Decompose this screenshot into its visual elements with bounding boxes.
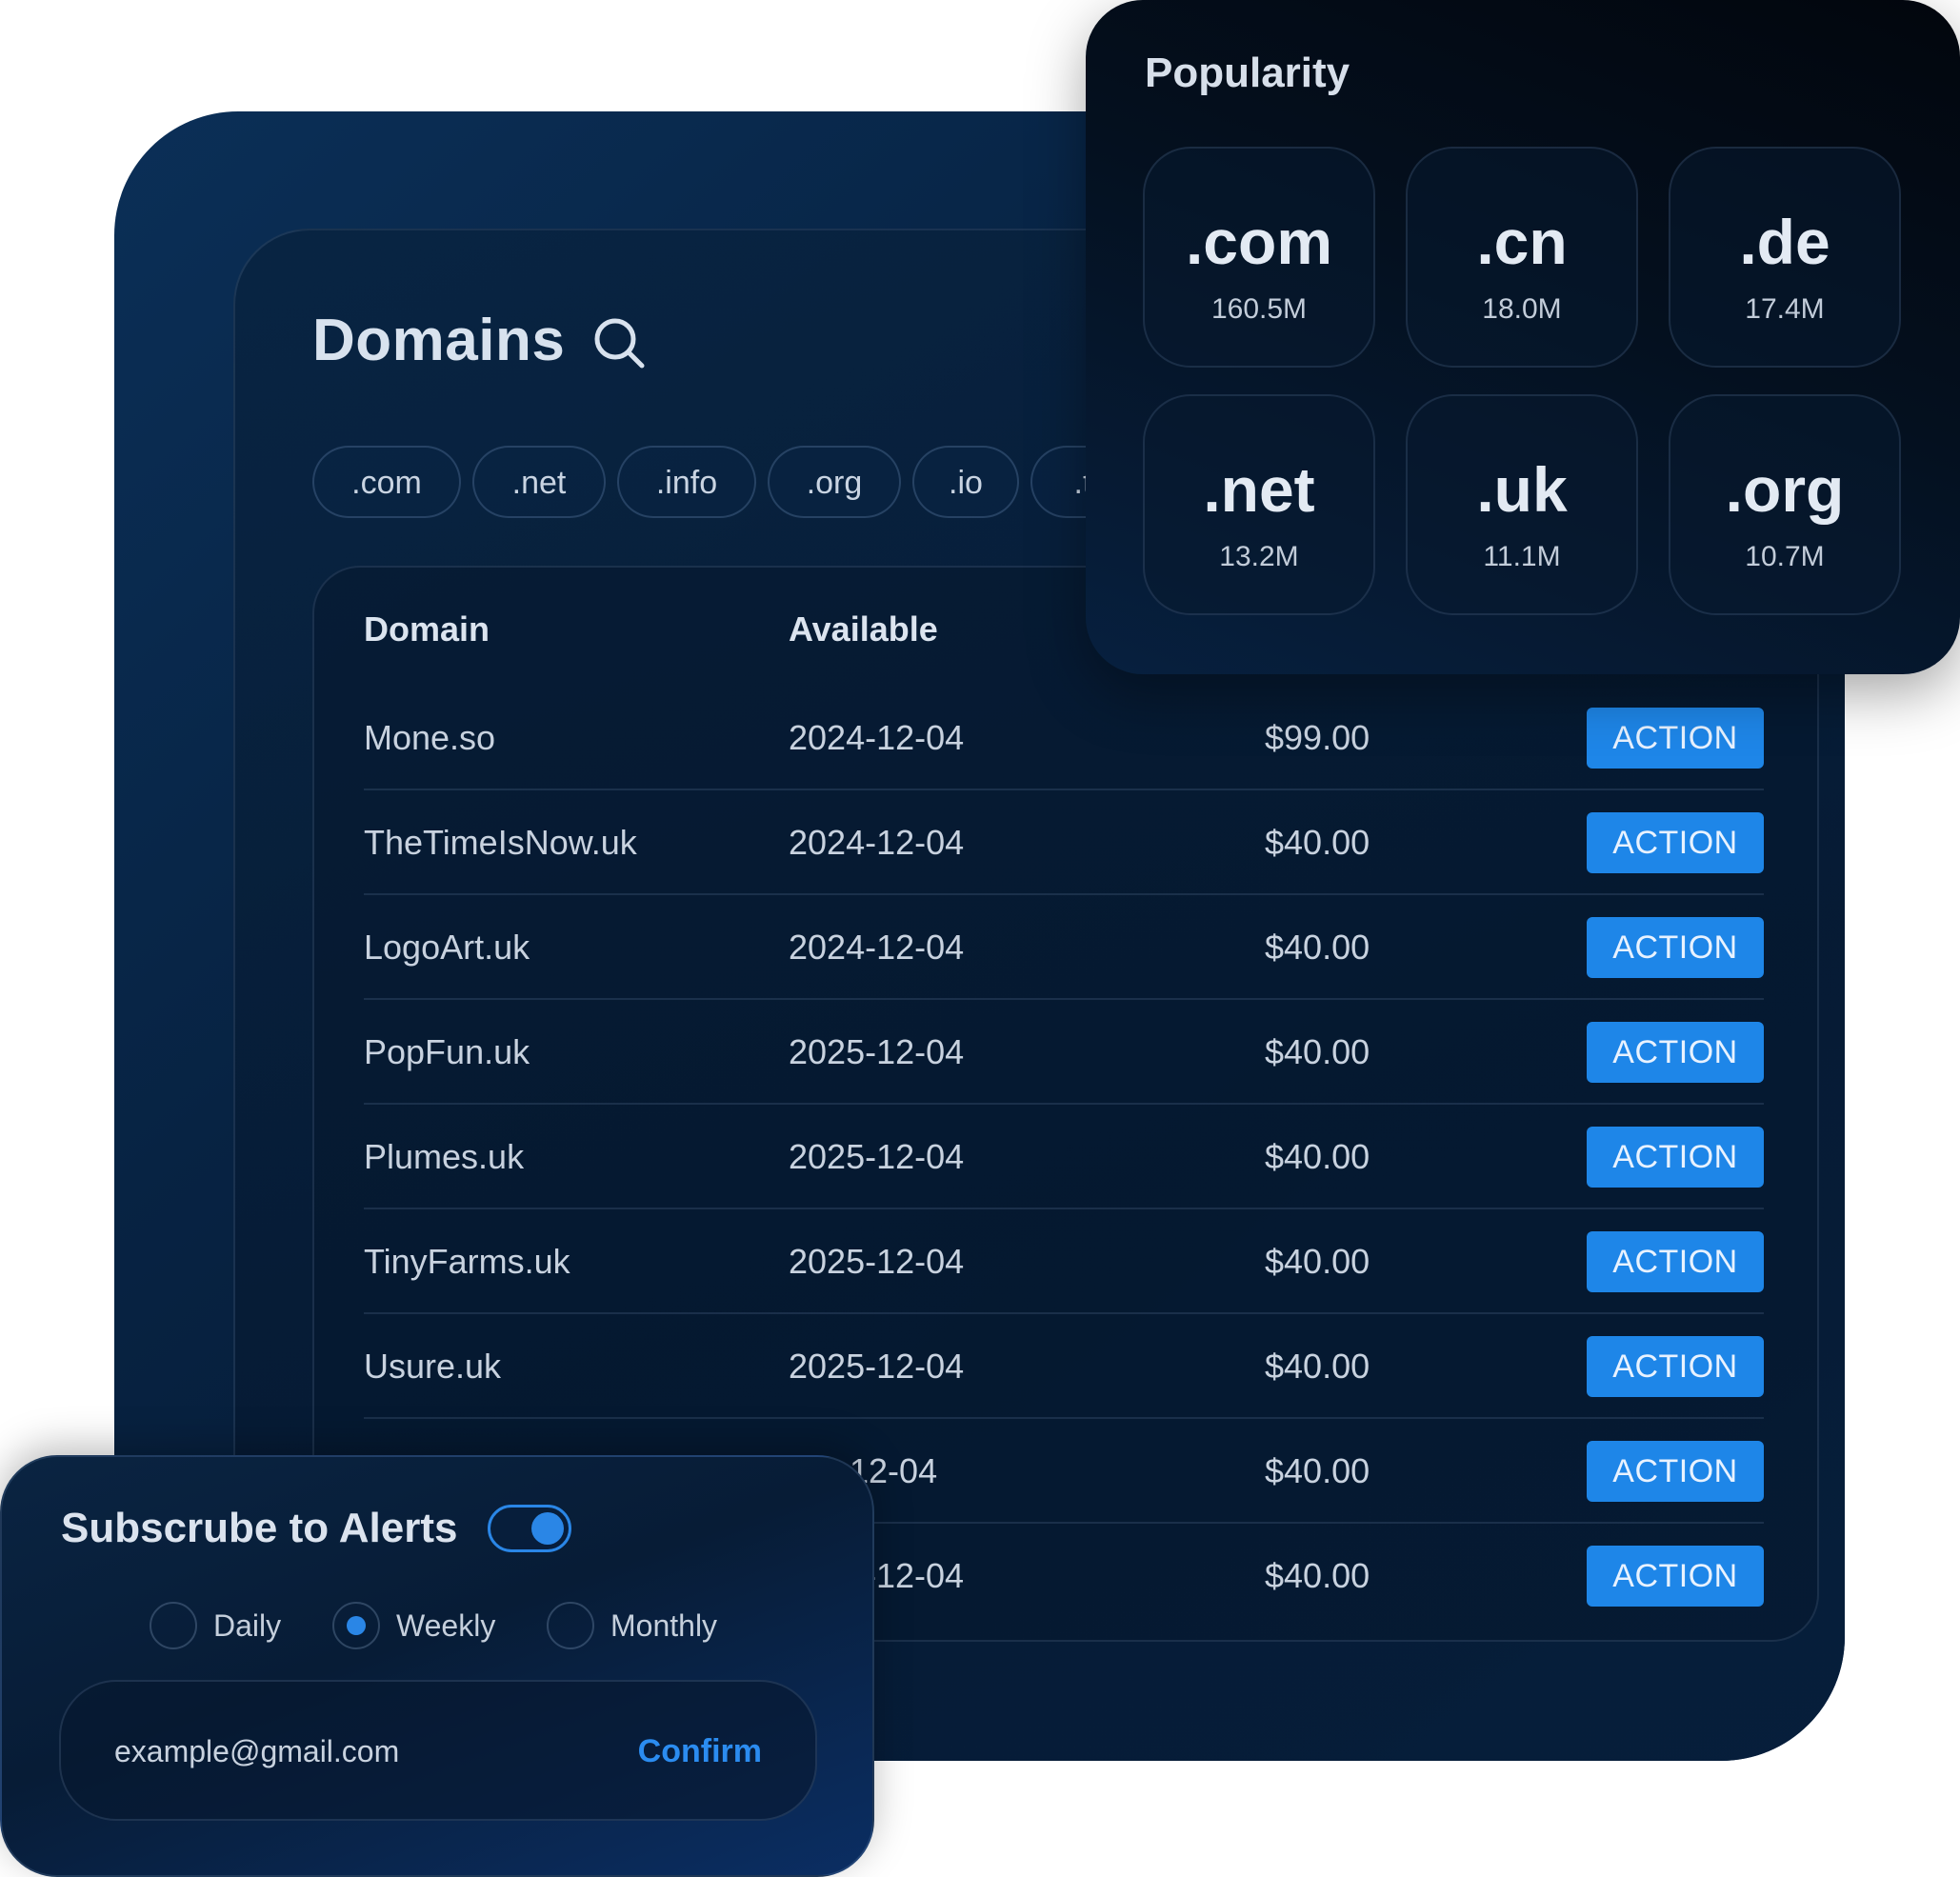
- subscribe-panel: Subscrube to Alerts Daily Weekly Monthly…: [0, 1455, 874, 1877]
- tld-card-net[interactable]: .net 13.2M: [1143, 394, 1375, 615]
- available-date: 2024-12-04: [789, 823, 965, 862]
- action-button[interactable]: ACTION: [1587, 1022, 1764, 1083]
- price: $40.00: [1265, 1032, 1370, 1071]
- radio-weekly[interactable]: [332, 1602, 380, 1649]
- domains-title: Domains: [312, 308, 566, 373]
- tld-card-org[interactable]: .org 10.7M: [1669, 394, 1901, 615]
- available-date: -12-04: [865, 1556, 965, 1595]
- domain-name: Mone.so: [364, 718, 496, 757]
- column-header-available: Available: [789, 609, 938, 649]
- tld-count: 13.2M: [1219, 541, 1299, 572]
- domain-name: TinyFarms.uk: [364, 1242, 570, 1281]
- tld-count: 17.4M: [1745, 293, 1825, 325]
- radio-monthly[interactable]: [547, 1602, 594, 1649]
- filter-chip-org[interactable]: .org: [768, 446, 901, 518]
- available-date: 2025-12-04: [789, 1137, 965, 1176]
- price: $99.00: [1265, 718, 1370, 757]
- tld-name: .uk: [1476, 454, 1568, 525]
- domain-name: TheTimeIsNow.uk: [364, 823, 637, 862]
- available-date: 2025-12-04: [789, 1347, 965, 1386]
- tld-card-cn[interactable]: .cn 18.0M: [1406, 147, 1638, 368]
- tld-name: .de: [1739, 207, 1830, 277]
- table-row: TheTimeIsNow.uk 2024-12-04 $40.00 ACTION: [364, 790, 1764, 895]
- table-row: Usure.uk 2025-12-04 $40.00 ACTION: [364, 1314, 1764, 1419]
- popularity-title: Popularity: [1145, 50, 1350, 96]
- price: $40.00: [1265, 1451, 1370, 1490]
- domain-name: LogoArt.uk: [364, 928, 530, 967]
- popularity-panel: Popularity .com 160.5M .cn 18.0M .de 17.…: [1086, 0, 1960, 674]
- filter-chip-com[interactable]: .com: [312, 446, 461, 518]
- tld-name: .com: [1185, 207, 1333, 277]
- domain-name: Usure.uk: [364, 1347, 502, 1386]
- action-button[interactable]: ACTION: [1587, 812, 1764, 873]
- email-field-container: Confirm: [59, 1680, 817, 1821]
- email-field[interactable]: [114, 1727, 590, 1775]
- tld-card-de[interactable]: .de 17.4M: [1669, 147, 1901, 368]
- price: $40.00: [1265, 823, 1370, 862]
- available-date: 2024-12-04: [789, 718, 965, 757]
- radio-daily[interactable]: [150, 1602, 197, 1649]
- table-row: TinyFarms.uk 2025-12-04 $40.00 ACTION: [364, 1209, 1764, 1314]
- filter-chip-net[interactable]: .net: [472, 446, 606, 518]
- price: $40.00: [1265, 1347, 1370, 1386]
- tld-name: .cn: [1476, 207, 1568, 277]
- table-row: Plumes.uk 2025-12-04 $40.00 ACTION: [364, 1105, 1764, 1209]
- available-date: 2025-12-04: [789, 1032, 965, 1071]
- confirm-button[interactable]: Confirm: [638, 1724, 762, 1779]
- tld-count: 18.0M: [1482, 293, 1562, 325]
- tld-count: 11.1M: [1483, 541, 1561, 572]
- tld-name: .net: [1203, 454, 1315, 525]
- domain-name: Plumes.uk: [364, 1137, 525, 1176]
- available-date: 2024-12-04: [789, 928, 965, 967]
- tld-count: 160.5M: [1210, 293, 1308, 325]
- toggle-knob: [531, 1512, 564, 1545]
- domain-name: PopFun.uk: [364, 1032, 530, 1071]
- price: $40.00: [1265, 1242, 1370, 1281]
- radio-label-monthly: Monthly: [610, 1608, 718, 1643]
- price: $40.00: [1265, 1556, 1370, 1595]
- filter-chip-io[interactable]: .io: [912, 446, 1019, 518]
- action-button[interactable]: ACTION: [1587, 1231, 1764, 1292]
- action-button[interactable]: ACTION: [1587, 1127, 1764, 1188]
- domain-dashboard: Domains .com .net .info .org .io .t Doma…: [0, 0, 1960, 1877]
- action-button[interactable]: ACTION: [1587, 1441, 1764, 1502]
- action-button[interactable]: ACTION: [1587, 1546, 1764, 1607]
- tld-card-com[interactable]: .com 160.5M: [1143, 147, 1375, 368]
- action-button[interactable]: ACTION: [1587, 708, 1764, 769]
- radio-label-daily: Daily: [213, 1608, 282, 1643]
- price: $40.00: [1265, 1137, 1370, 1176]
- tld-count: 10.7M: [1745, 541, 1825, 572]
- action-button[interactable]: ACTION: [1587, 917, 1764, 978]
- table-row: PopFun.uk 2025-12-04 $40.00 ACTION: [364, 1000, 1764, 1105]
- action-button[interactable]: ACTION: [1587, 1336, 1764, 1397]
- subscribe-title: Subscrube to Alerts: [61, 1505, 458, 1551]
- alerts-toggle[interactable]: [488, 1505, 571, 1552]
- tld-card-uk[interactable]: .uk 11.1M: [1406, 394, 1638, 615]
- table-row: Mone.so 2024-12-04 $99.00 ACTION: [364, 686, 1764, 790]
- radio-label-weekly: Weekly: [396, 1608, 496, 1643]
- column-header-domain: Domain: [364, 609, 490, 649]
- search-icon[interactable]: [590, 314, 648, 371]
- tld-name: .org: [1725, 454, 1845, 525]
- filter-chip-info[interactable]: .info: [617, 446, 756, 518]
- available-date: 2025-12-04: [789, 1242, 965, 1281]
- table-row: LogoArt.uk 2024-12-04 $40.00 ACTION: [364, 895, 1764, 1000]
- price: $40.00: [1265, 928, 1370, 967]
